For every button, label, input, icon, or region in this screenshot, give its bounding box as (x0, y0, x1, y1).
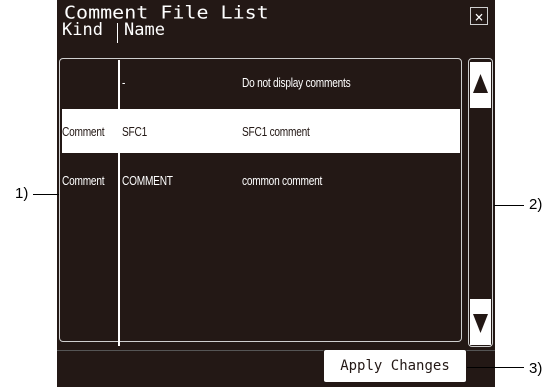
kind-column-divider (118, 60, 120, 346)
list-item-kind: Comment (62, 124, 105, 139)
list-item-file: - (122, 75, 126, 90)
list-item-file: COMMENT (122, 173, 173, 188)
callout-1: 1) (15, 185, 29, 202)
callout-2: 2) (529, 196, 543, 213)
list-item-description: Do not display comments (242, 75, 351, 90)
list-item-selected[interactable]: Comment SFC1 SFC1 comment (62, 109, 460, 153)
column-header-divider (117, 23, 118, 43)
callout-3-leader (467, 367, 524, 368)
scroll-down-button[interactable] (470, 299, 491, 345)
scroll-up-button[interactable] (470, 62, 491, 108)
dialog-title: Comment File List (64, 1, 269, 23)
callout-3: 3) (529, 360, 543, 377)
triangle-down-icon (473, 314, 488, 333)
list-item[interactable]: - Do not display comments (62, 60, 460, 104)
column-header-name: Name (124, 20, 165, 40)
list-item-description: SFC1 comment (242, 124, 310, 139)
list-item-kind: Comment (62, 173, 105, 188)
triangle-up-icon (473, 74, 488, 93)
apply-changes-button[interactable]: Apply Changes (323, 349, 467, 383)
callout-1-leader (33, 194, 59, 195)
list-item[interactable]: Comment COMMENT common comment (62, 158, 460, 202)
column-header-kind: Kind (62, 20, 103, 40)
close-button[interactable]: × (470, 7, 488, 26)
list-item-description: common comment (242, 173, 323, 188)
callout-2-leader (494, 205, 524, 206)
list-item-file: SFC1 (122, 124, 147, 139)
